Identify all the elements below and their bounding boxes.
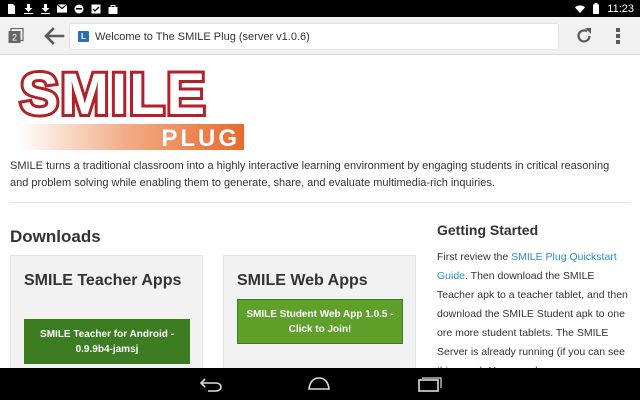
status-time: 11:23 [607, 2, 634, 15]
checkmark-clipboard-icon [91, 4, 101, 14]
wifi-icon [575, 4, 586, 14]
nav-recents-button[interactable] [416, 376, 442, 392]
logo-sub: PLUG [161, 125, 240, 150]
getting-started-text: First review the SMILE Plug Quickstart G… [437, 248, 632, 368]
overflow-menu-button[interactable] [615, 27, 621, 45]
more-vert-icon [616, 28, 620, 44]
nav-back-button[interactable] [199, 376, 225, 392]
text-segment: First review the [437, 251, 512, 263]
intro-text: SMILE turns a traditional classroom into… [10, 160, 610, 189]
card-title: SMILE Web Apps [237, 272, 368, 289]
nav-back-icon [199, 378, 222, 392]
nav-home-icon [308, 377, 330, 390]
divider [10, 202, 630, 203]
downloads-heading: Downloads [10, 227, 101, 246]
status-bar: 11:23 [0, 0, 640, 17]
headset-icon [74, 4, 84, 14]
browser-toolbar: 2 L Welcome to The SMILE Plug (server v1… [0, 17, 640, 55]
tab-count: 2 [12, 33, 17, 43]
url-bar[interactable]: L Welcome to The SMILE Plug (server v1.0… [70, 24, 558, 49]
page-title-text: Welcome to The SMILE Plug (server v1.0.6… [95, 30, 310, 43]
reload-button[interactable] [575, 27, 593, 45]
smile-plug-logo: SMILE PLUG [17, 59, 248, 152]
student-web-app-button[interactable]: SMILE Student Web App 1.0.5 - Click to J… [237, 299, 403, 344]
sim-card-icon [6, 3, 16, 14]
tab-switcher-button[interactable]: 2 [8, 27, 24, 44]
nav-recents-icon [418, 377, 442, 392]
back-arrow-icon [44, 27, 65, 45]
download-icon [40, 3, 50, 14]
teacher-android-download-button[interactable]: SMILE Teacher for Android - 0.9.9b4-jams… [24, 319, 190, 364]
card-title: SMILE Teacher Apps [24, 272, 182, 289]
back-button[interactable] [43, 26, 65, 46]
text-segment: . Then download the SMILE Teacher apk to… [437, 270, 628, 368]
gmail-icon [57, 4, 67, 14]
battery-icon [591, 3, 601, 14]
reload-icon [577, 28, 591, 43]
download-icon [23, 3, 33, 14]
bag-icon [108, 4, 118, 14]
android-nav-bar [0, 368, 640, 400]
teacher-apps-card: SMILE Teacher Apps SMILE Teacher for And… [10, 255, 203, 368]
notification-icons [6, 3, 118, 14]
web-apps-card: SMILE Web Apps SMILE Student Web App 1.0… [223, 255, 416, 368]
site-favicon-icon: L [78, 31, 89, 42]
web-page: SMILE PLUG SMILE turns a traditional cla… [0, 55, 640, 368]
nav-home-button[interactable] [306, 376, 332, 392]
getting-started-heading: Getting Started [437, 222, 539, 238]
logo-word: SMILE [20, 62, 207, 127]
